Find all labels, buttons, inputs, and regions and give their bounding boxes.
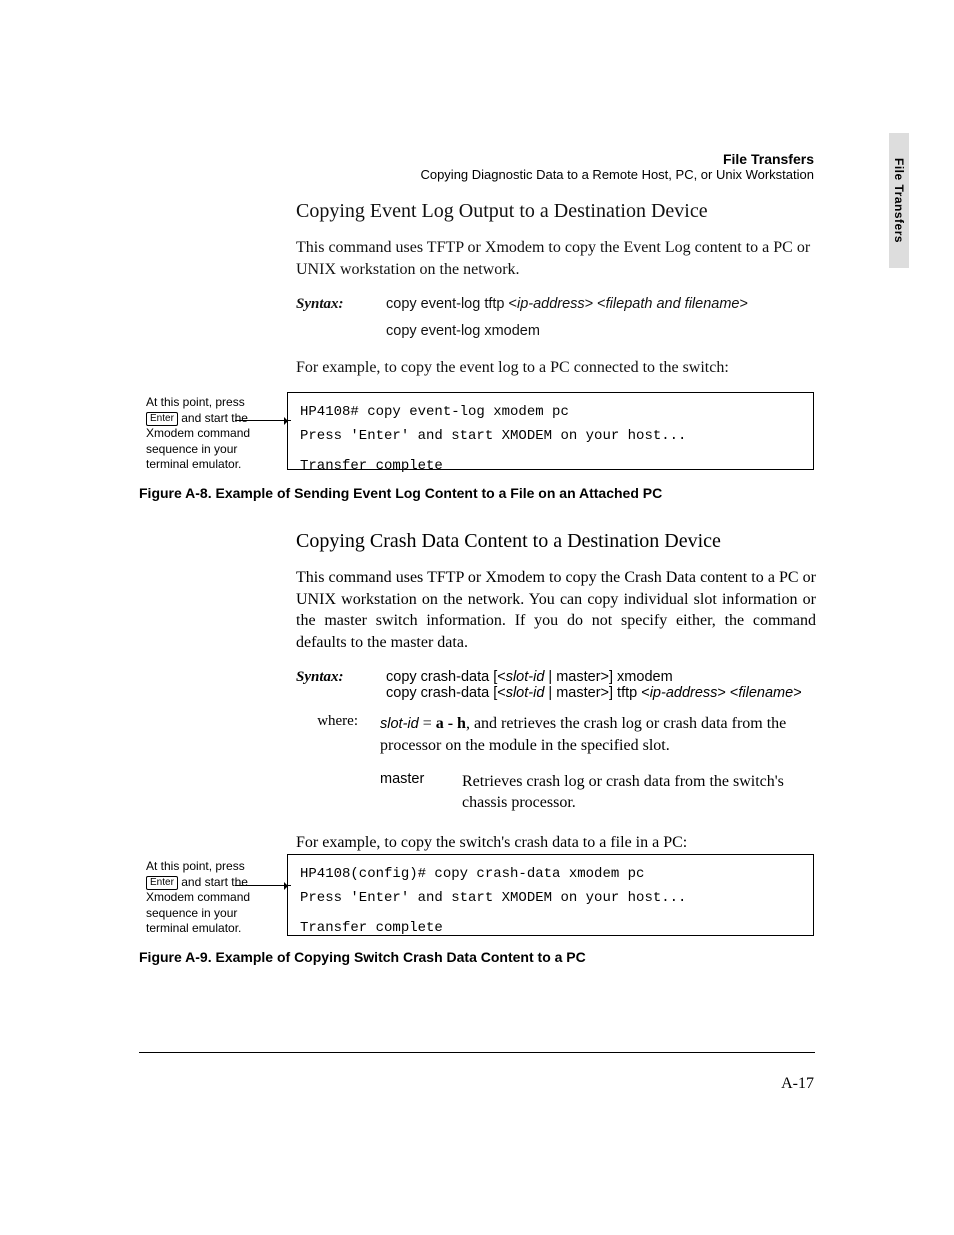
section1-example-lead: For example, to copy the event log to a …	[296, 357, 814, 379]
term-line: Transfer complete	[300, 455, 801, 479]
term-line: Press 'Enter' and start XMODEM on your h…	[300, 425, 801, 449]
section1-heading: Copying Event Log Output to a Destinatio…	[296, 200, 814, 223]
figure-caption-2: Figure A-9. Example of Copying Switch Cr…	[139, 949, 586, 965]
callout-note-2: At this point, press Enter and start the…	[146, 859, 278, 937]
arrow-icon	[235, 420, 291, 421]
header-subtitle: Copying Diagnostic Data to a Remote Host…	[420, 167, 814, 182]
syntax-row: Syntax: copy crash-data [<slot-id | mast…	[296, 669, 816, 701]
syntax-label: Syntax:	[296, 669, 358, 701]
section2-intro: This command uses TFTP or Xmodem to copy…	[296, 567, 816, 653]
arrow-icon	[235, 885, 291, 886]
syntax-label: Syntax:	[296, 296, 358, 313]
page-number: A-17	[781, 1075, 814, 1093]
footer-rule	[139, 1052, 815, 1053]
where-desc-master: Retrieves crash log or crash data from t…	[462, 771, 816, 814]
term-line: Transfer complete	[300, 917, 801, 941]
syntax-row-2: copy event-log xmodem	[296, 323, 814, 339]
terminal-output-2: HP4108(config)# copy crash-data xmodem p…	[287, 854, 814, 936]
header-title: File Transfers	[420, 151, 814, 167]
where-row-2: master Retrieves crash log or crash data…	[296, 771, 816, 814]
where-term-master: master	[380, 771, 440, 814]
enter-key-icon: Enter	[146, 412, 178, 426]
side-tab-label: File Transfers	[892, 158, 906, 243]
section-crash-data: Copying Crash Data Content to a Destinat…	[296, 530, 816, 869]
syntax-line: copy crash-data [<slot-id | master>] xmo…	[386, 669, 802, 701]
enter-key-icon: Enter	[146, 876, 178, 890]
callout-note-1: At this point, press Enter and start the…	[146, 395, 278, 473]
where-label: where:	[296, 713, 358, 756]
terminal-output-1: HP4108# copy event-log xmodem pc Press '…	[287, 392, 814, 470]
section1-intro: This command uses TFTP or Xmodem to copy…	[296, 237, 814, 280]
syntax-row: Syntax: copy event-log tftp <ip-address>…	[296, 296, 814, 313]
running-header: File Transfers Copying Diagnostic Data t…	[420, 151, 814, 182]
where-row-1: where: slot-id = a - h, and retrieves th…	[296, 713, 816, 756]
term-line: HP4108(config)# copy crash-data xmodem p…	[300, 863, 801, 887]
term-line: HP4108# copy event-log xmodem pc	[300, 401, 801, 425]
section2-example-lead: For example, to copy the switch's crash …	[296, 832, 816, 854]
syntax-line-1: copy event-log tftp <ip-address> <filepa…	[386, 296, 748, 313]
syntax-line-2: copy event-log xmodem	[386, 323, 540, 339]
section-event-log: Copying Event Log Output to a Destinatio…	[296, 200, 814, 395]
side-tab: File Transfers	[889, 133, 909, 268]
term-line: Press 'Enter' and start XMODEM on your h…	[300, 887, 801, 911]
figure-caption-1: Figure A-8. Example of Sending Event Log…	[139, 485, 662, 501]
section2-heading: Copying Crash Data Content to a Destinat…	[296, 530, 816, 553]
